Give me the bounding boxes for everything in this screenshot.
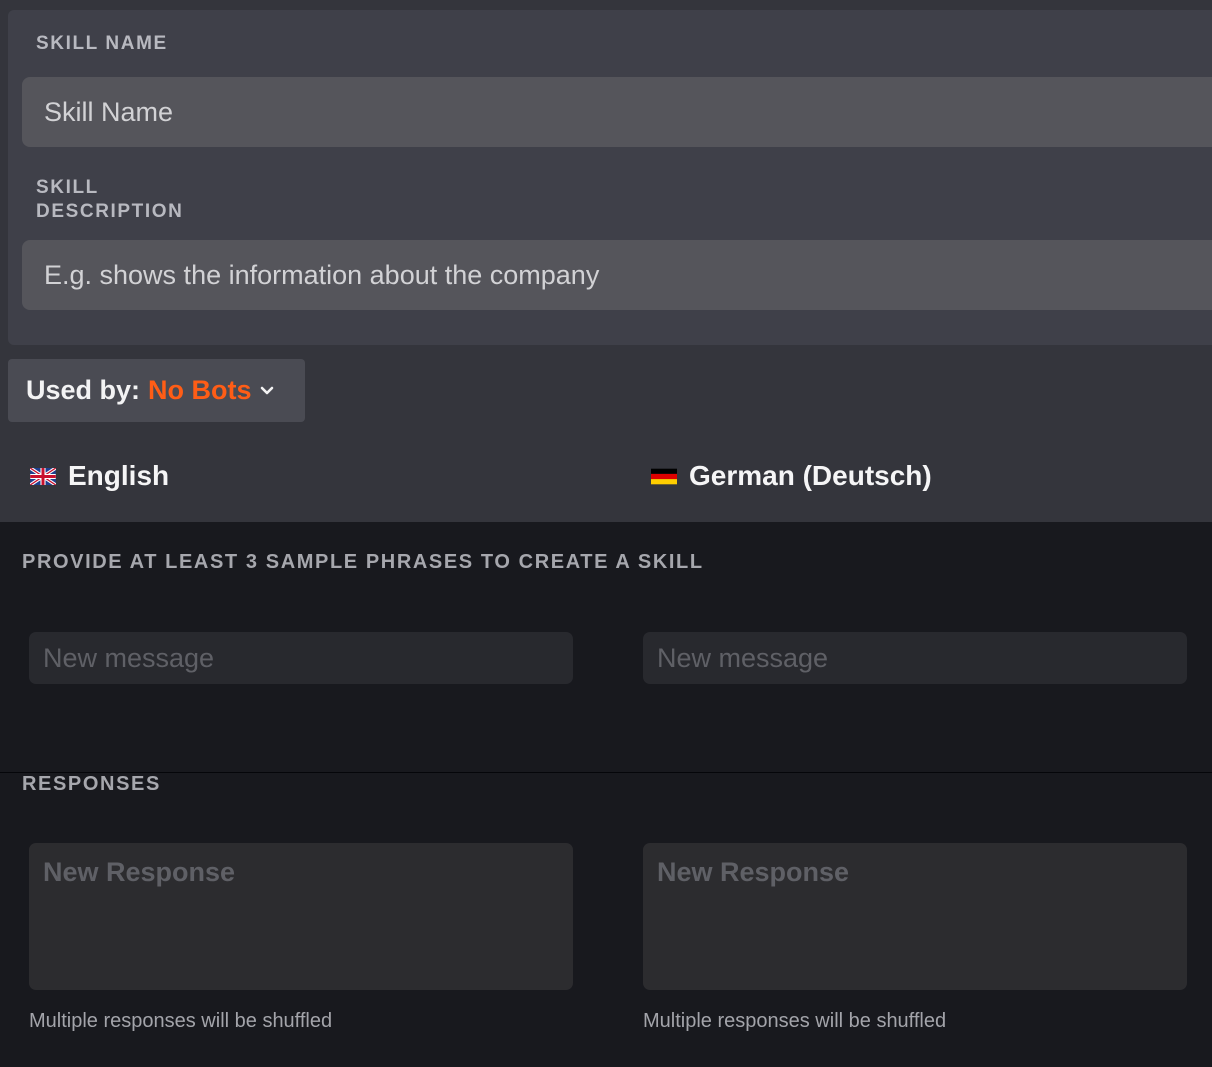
uk-flag-icon bbox=[30, 467, 56, 485]
new-message-input-german[interactable] bbox=[643, 632, 1187, 684]
responses-label: RESPONSES bbox=[22, 773, 161, 795]
skill-details-card: SKILL NAME SKILL DESCRIPTION bbox=[8, 10, 1212, 345]
language-name-german: German (Deutsch) bbox=[689, 460, 932, 491]
germany-flag-icon bbox=[651, 468, 677, 484]
skill-description-input[interactable] bbox=[22, 240, 1212, 310]
skill-name-label: SKILL NAME bbox=[36, 33, 168, 54]
section-divider bbox=[0, 772, 1212, 773]
shuffle-hint-english: Multiple responses will be shuffled bbox=[29, 1010, 333, 1032]
skill-name-input[interactable] bbox=[22, 77, 1212, 147]
new-message-input-english[interactable] bbox=[29, 632, 573, 684]
used-by-label: Used by: bbox=[26, 375, 141, 405]
shuffle-hint-german: Multiple responses will be shuffled bbox=[643, 1010, 947, 1032]
used-by-value: No Bots bbox=[148, 375, 252, 405]
used-by-dropdown[interactable]: Used by: No Bots bbox=[8, 359, 305, 422]
chevron-down-icon bbox=[260, 386, 273, 394]
skill-header-area: SKILL NAME SKILL DESCRIPTION Used by: No… bbox=[0, 0, 1212, 522]
new-response-input-german[interactable] bbox=[643, 843, 1187, 990]
language-name-english: English bbox=[68, 460, 170, 491]
language-column-german: German (Deutsch) bbox=[651, 456, 932, 496]
sample-phrases-label: PROVIDE AT LEAST 3 SAMPLE PHRASES TO CRE… bbox=[22, 551, 704, 573]
skill-description-label: SKILL DESCRIPTION bbox=[36, 177, 184, 222]
new-response-input-english[interactable] bbox=[29, 843, 573, 990]
language-column-english: English bbox=[30, 456, 169, 496]
